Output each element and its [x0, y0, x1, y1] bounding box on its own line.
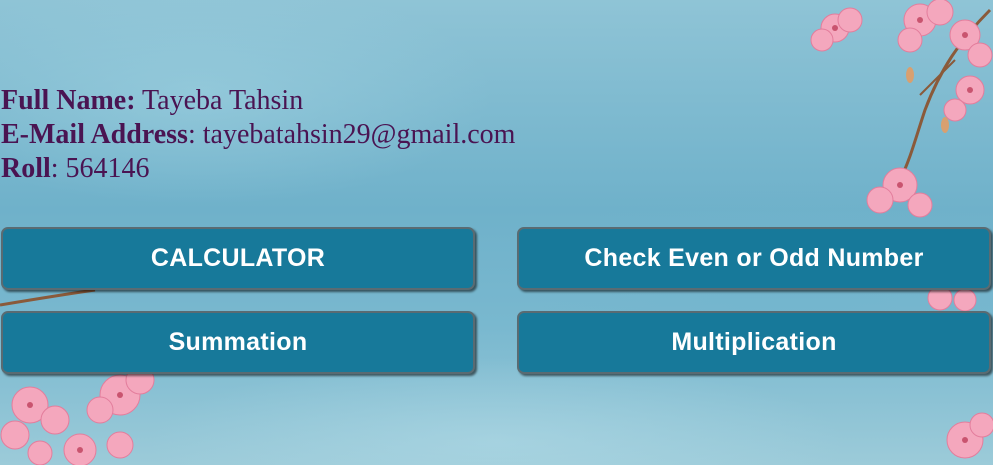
- full-name-row: Full Name: Tayeba Tahsin: [1, 84, 515, 118]
- even-odd-button[interactable]: Check Even or Odd Number: [517, 227, 991, 290]
- multiplication-button[interactable]: Multiplication: [517, 311, 991, 374]
- calculator-button[interactable]: CALCULATOR: [1, 227, 475, 290]
- roll-row: Roll: 564146: [1, 152, 515, 186]
- email-row: E-Mail Address: tayebatahsin29@gmail.com: [1, 118, 515, 152]
- full-name-value: Tayeba Tahsin: [135, 85, 304, 116]
- full-name-label: Full Name:: [1, 85, 136, 116]
- cherry-blossom-decoration-bottom-right: [946, 412, 993, 459]
- roll-label: Roll: [1, 153, 51, 184]
- email-label: E-Mail Address: [1, 119, 188, 150]
- roll-value: : 564146: [50, 153, 150, 184]
- cherry-blossom-decoration-top-right: [810, 0, 993, 218]
- email-value: : tayebatahsin29@gmail.com: [187, 119, 516, 150]
- summation-button[interactable]: Summation: [1, 311, 475, 374]
- profile-info: Full Name: Tayeba Tahsin E-Mail Address:…: [1, 84, 515, 186]
